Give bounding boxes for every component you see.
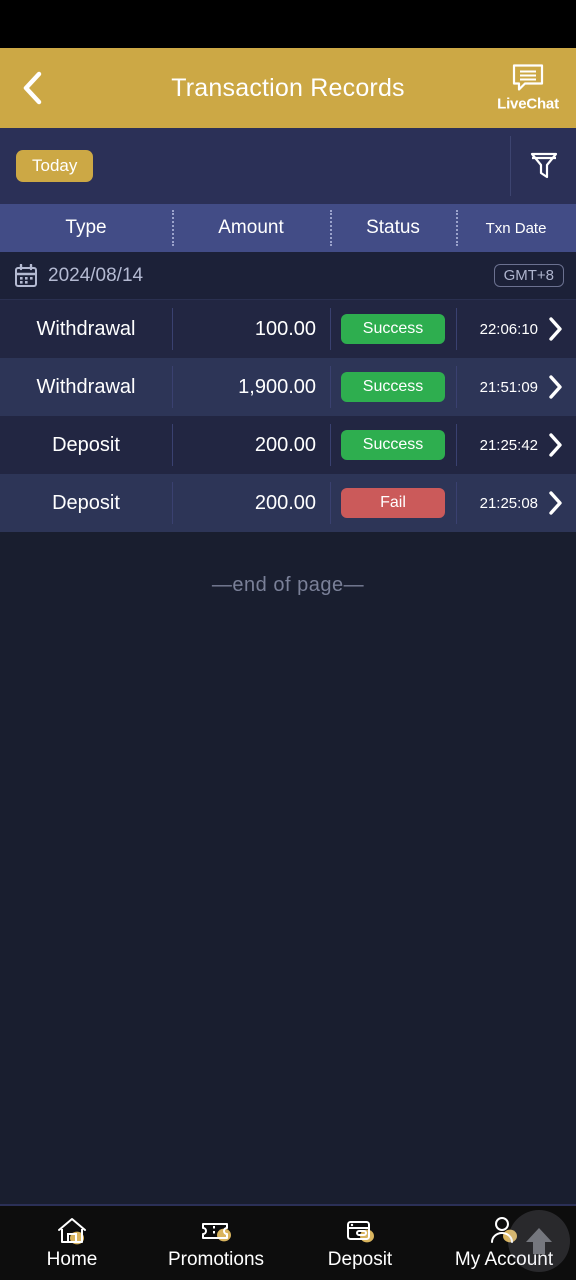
- cell-type: Deposit: [52, 433, 120, 456]
- date-group-header: 2024/08/14 GMT+8: [0, 252, 576, 300]
- cell-status: Success: [330, 430, 456, 460]
- today-chip[interactable]: Today: [16, 150, 94, 182]
- nav-item-home[interactable]: Home: [0, 1206, 144, 1280]
- nav-label-promotions: Promotions: [167, 1248, 265, 1270]
- livechat-button[interactable]: LiveChat: [484, 64, 572, 113]
- cell-status: Success: [330, 314, 456, 344]
- status-badge: Success: [341, 372, 445, 402]
- cell-date: 21:25:08: [456, 490, 576, 516]
- table-row[interactable]: Deposit 200.00 Success 21:25:42: [0, 416, 576, 474]
- funnel-icon: [530, 152, 557, 179]
- app-screen: Transaction Records LiveChat Today Type …: [0, 0, 576, 1280]
- filter-bar: Today: [0, 128, 576, 204]
- app-header: Transaction Records LiveChat: [0, 48, 576, 128]
- column-header-amount: Amount: [218, 217, 284, 238]
- txn-time: 21:25:08: [479, 494, 538, 512]
- chevron-left-icon: [23, 71, 42, 105]
- cell-amount: 1,900.00: [238, 375, 316, 398]
- nav-label-home: Home: [46, 1248, 98, 1270]
- nav-item-promotions[interactable]: Promotions: [144, 1206, 288, 1280]
- cell-type: Withdrawal: [36, 317, 136, 340]
- home-icon: [55, 1216, 89, 1246]
- table-row[interactable]: Deposit 200.00 Fail 21:25:08: [0, 474, 576, 532]
- nav-item-deposit[interactable]: Deposit: [288, 1206, 432, 1280]
- cell-amount: 200.00: [254, 433, 316, 456]
- back-button[interactable]: [0, 48, 64, 128]
- chat-bubble-icon: [512, 64, 544, 91]
- chevron-right-icon[interactable]: [548, 432, 564, 458]
- cell-date: 21:51:09: [456, 374, 576, 400]
- status-bar: [0, 0, 576, 48]
- table-header-row: Type Amount Status Txn Date: [0, 204, 576, 252]
- table-row[interactable]: Withdrawal 1,900.00 Success 21:51:09: [0, 358, 576, 416]
- filter-button[interactable]: [511, 128, 576, 204]
- scroll-to-top-button[interactable]: [508, 1210, 570, 1272]
- cell-amount: 100.00: [254, 317, 316, 340]
- status-badge: Fail: [341, 488, 445, 518]
- column-header-txn-date: Txn Date: [485, 219, 547, 237]
- cell-status: Success: [330, 372, 456, 402]
- ticket-icon: [199, 1216, 233, 1246]
- cell-date: 22:06:10: [456, 316, 576, 342]
- status-badge: Success: [341, 314, 445, 344]
- txn-time: 22:06:10: [479, 320, 538, 338]
- cell-date: 21:25:42: [456, 432, 576, 458]
- cell-type: Withdrawal: [36, 375, 136, 398]
- status-badge: Success: [341, 430, 445, 460]
- calendar-icon: [14, 263, 38, 288]
- column-header-status: Status: [366, 217, 420, 238]
- cell-status: Fail: [330, 488, 456, 518]
- column-header-type: Type: [65, 217, 107, 238]
- chevron-right-icon[interactable]: [548, 316, 564, 342]
- txn-time: 21:25:42: [479, 436, 538, 454]
- livechat-label: LiveChat: [497, 95, 559, 113]
- bottom-navigation: Home Promotions Deposit My Account: [0, 1204, 576, 1280]
- chevron-right-icon[interactable]: [548, 374, 564, 400]
- group-date-label: 2024/08/14: [48, 264, 144, 286]
- end-of-page-label: —end of page—: [211, 574, 365, 596]
- cell-type: Deposit: [52, 491, 120, 514]
- cell-amount: 200.00: [254, 491, 316, 514]
- arrow-up-icon: [526, 1228, 552, 1254]
- txn-time: 21:51:09: [479, 378, 538, 396]
- wallet-icon: [343, 1216, 377, 1246]
- chevron-right-icon[interactable]: [548, 490, 564, 516]
- nav-label-deposit: Deposit: [327, 1248, 393, 1270]
- timezone-badge: GMT+8: [493, 264, 564, 287]
- table-row[interactable]: Withdrawal 100.00 Success 22:06:10: [0, 300, 576, 358]
